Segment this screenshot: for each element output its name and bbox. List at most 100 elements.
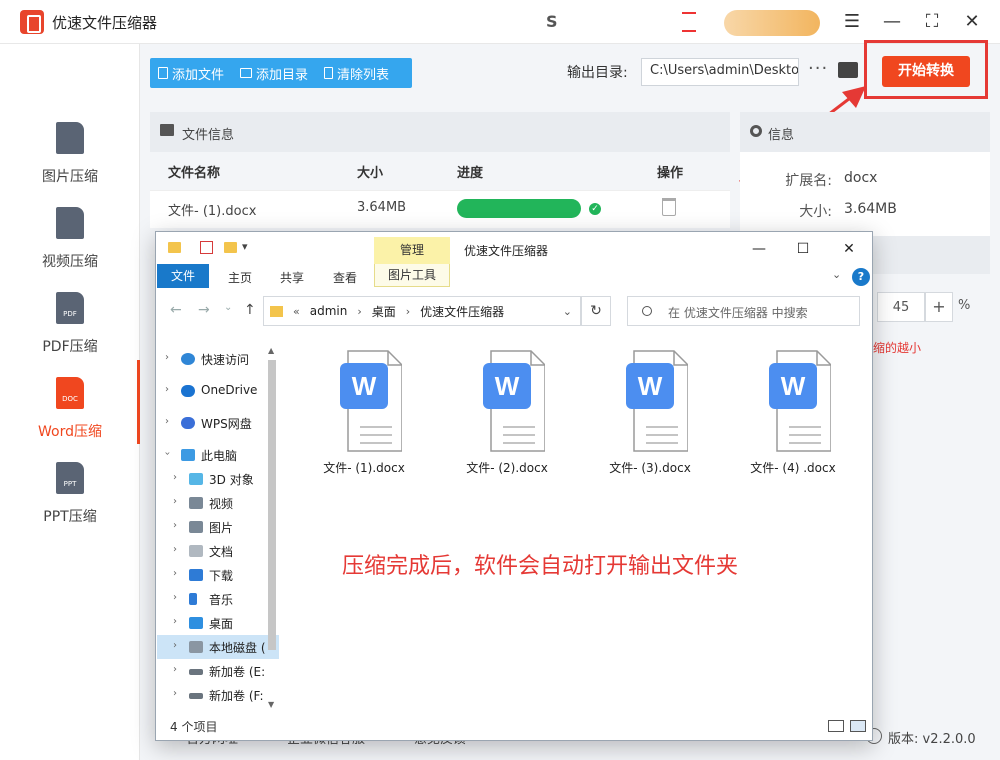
expand-chevron-icon: › — [173, 544, 177, 555]
up-icon[interactable]: ↑ — [244, 302, 256, 318]
open-folder-icon[interactable] — [838, 62, 858, 78]
word-file-icon: W — [769, 350, 831, 452]
expand-chevron-icon: › — [173, 664, 177, 675]
check-icon: ✓ — [589, 203, 601, 215]
video-doc-icon — [56, 207, 84, 239]
help-icon[interactable]: ? — [852, 268, 870, 286]
version-text: 版本: v2.2.0.0 — [888, 728, 976, 747]
tree-item-pictures[interactable]: › 图片 — [157, 515, 279, 539]
tree-item-this-pc[interactable]: › 此电脑 — [157, 443, 279, 467]
minimize-icon[interactable]: — — [878, 8, 906, 36]
promo-pill-button[interactable] — [724, 10, 820, 36]
tab-picture-tools[interactable]: 图片工具 — [374, 264, 450, 287]
clear-list-button[interactable]: 清除列表 — [316, 58, 397, 88]
search-input[interactable]: 在 优速文件压缩器 中搜索 — [627, 296, 860, 326]
scroll-down-icon[interactable]: ▼ — [268, 700, 274, 709]
tree-item-local-disk[interactable]: › 本地磁盘 ( — [157, 635, 279, 659]
quality-unit: % — [958, 298, 971, 313]
tree-label: 下载 — [209, 569, 234, 583]
new-folder-icon[interactable] — [224, 242, 237, 253]
tab-view[interactable]: 查看 — [333, 269, 357, 286]
back-icon[interactable]: ← — [170, 302, 182, 318]
item-count: 4 个项目 — [170, 720, 218, 734]
tree-item-music[interactable]: › 音乐 — [157, 587, 279, 611]
explorer-title: 优速文件压缩器 — [464, 244, 549, 258]
expand-chevron-icon: › — [173, 640, 177, 651]
sidebar-item-label: PPT压缩 — [43, 509, 97, 525]
drive-icon — [189, 669, 203, 675]
tree-item-onedrive[interactable]: › OneDrive — [157, 379, 279, 403]
start-convert-button[interactable]: 开始转换 — [882, 56, 970, 87]
ribbon-expand-icon[interactable]: ⌄ — [832, 268, 841, 281]
settings-header — [872, 236, 990, 274]
sidebar-item-label: 图片压缩 — [42, 169, 98, 185]
breadcrumb-app-folder[interactable]: 优速文件压缩器 — [420, 303, 504, 320]
tree-item-volume-e[interactable]: › 新加卷 (E: — [157, 659, 279, 683]
tree-item-desktop[interactable]: › 桌面 — [157, 611, 279, 635]
document-icon — [189, 545, 203, 557]
tree-label: 快速访问 — [201, 353, 250, 367]
forward-icon[interactable]: → — [198, 302, 210, 318]
tree-item-wps[interactable]: › WPS网盘 — [157, 411, 279, 435]
add-file-button[interactable]: 添加文件 — [150, 58, 232, 88]
address-dropdown-icon[interactable]: ⌄ — [563, 305, 572, 318]
recent-dropdown-icon[interactable]: ⌄ — [224, 302, 232, 313]
gear-icon — [750, 125, 762, 137]
tab-file[interactable]: 文件 — [157, 264, 209, 288]
quality-input[interactable]: 45 — [877, 292, 925, 322]
sidebar-item-word[interactable]: DOC Word压缩 — [0, 377, 140, 461]
explorer-minimize-icon[interactable]: — — [744, 238, 774, 260]
tree-item-downloads[interactable]: › 下载 — [157, 563, 279, 587]
tree-item-volume-f[interactable]: › 新加卷 (F: — [157, 683, 279, 707]
more-options-button[interactable]: ··· — [808, 58, 828, 79]
quick-folder-icon[interactable] — [168, 242, 181, 253]
file-item[interactable]: W 文件- (4) .docx — [725, 345, 836, 475]
expand-chevron-icon: › — [173, 616, 177, 627]
scroll-up-icon[interactable]: ▲ — [268, 346, 274, 355]
menu-icon[interactable]: ☰ — [838, 8, 866, 36]
quick-access-dropdown-icon[interactable]: ▾ — [242, 240, 248, 253]
sidebar-item-pdf[interactable]: PDF PDF压缩 — [0, 292, 140, 376]
breadcrumb-sep-icon: › — [405, 304, 411, 318]
breadcrumb-admin[interactable]: admin — [310, 304, 348, 318]
manage-tab[interactable]: 管理 — [374, 237, 450, 264]
tree-item-3d[interactable]: › 3D 对象 — [157, 467, 279, 491]
details-view-icon[interactable] — [828, 720, 844, 732]
info-title: 信息 — [768, 128, 795, 143]
cloud-icon — [181, 417, 195, 429]
add-folder-button[interactable]: 添加目录 — [232, 58, 316, 88]
tree-scroll-thumb[interactable] — [268, 360, 276, 650]
sidebar-item-video[interactable]: 视频压缩 — [0, 207, 140, 291]
file-item[interactable]: W 文件- (3).docx — [582, 345, 692, 475]
file-name: 文件- (4) .docx — [750, 461, 836, 475]
file-action-group: 添加文件 添加目录 清除列表 — [150, 58, 412, 88]
quality-plus-button[interactable]: + — [925, 292, 953, 322]
tree-item-quick-access[interactable]: › 快速访问 — [157, 347, 279, 371]
file-item[interactable]: W 文件- (1).docx — [296, 345, 406, 475]
delete-icon[interactable] — [662, 198, 676, 216]
tree-item-videos[interactable]: › 视频 — [157, 491, 279, 515]
promo-logo-icon: S — [546, 12, 558, 31]
maximize-icon[interactable]: ⛶ — [918, 8, 946, 36]
tree-item-documents[interactable]: › 文档 — [157, 539, 279, 563]
tab-share[interactable]: 共享 — [280, 269, 304, 286]
properties-icon[interactable] — [200, 241, 213, 254]
close-icon[interactable]: ✕ — [958, 8, 986, 36]
explorer-maximize-icon[interactable]: ☐ — [788, 238, 818, 260]
explorer-window: ▾ 管理 优速文件压缩器 — ☐ ✕ 文件 主页 共享 查看 图片工具 ⌄ ? … — [155, 231, 873, 741]
refresh-icon[interactable]: ↻ — [581, 296, 611, 326]
file-item[interactable]: W 文件- (2).docx — [439, 345, 549, 475]
explorer-close-icon[interactable]: ✕ — [834, 238, 864, 260]
breadcrumb-desktop[interactable]: 桌面 — [372, 303, 396, 320]
file-info-title: 文件信息 — [182, 128, 235, 143]
info-body — [740, 152, 990, 236]
computer-icon — [181, 449, 195, 461]
folder-outline-icon — [240, 68, 253, 78]
breadcrumb-sep-icon: › — [357, 304, 362, 318]
svg-text:W: W — [781, 371, 806, 401]
address-bar[interactable]: « admin › 桌面 › 优速文件压缩器 ⌄ — [263, 296, 581, 326]
large-icons-view-icon[interactable] — [850, 720, 866, 732]
tab-home[interactable]: 主页 — [228, 269, 252, 286]
sidebar-item-image[interactable]: 图片压缩 — [0, 122, 140, 206]
sidebar-item-ppt[interactable]: PPT PPT压缩 — [0, 462, 140, 546]
